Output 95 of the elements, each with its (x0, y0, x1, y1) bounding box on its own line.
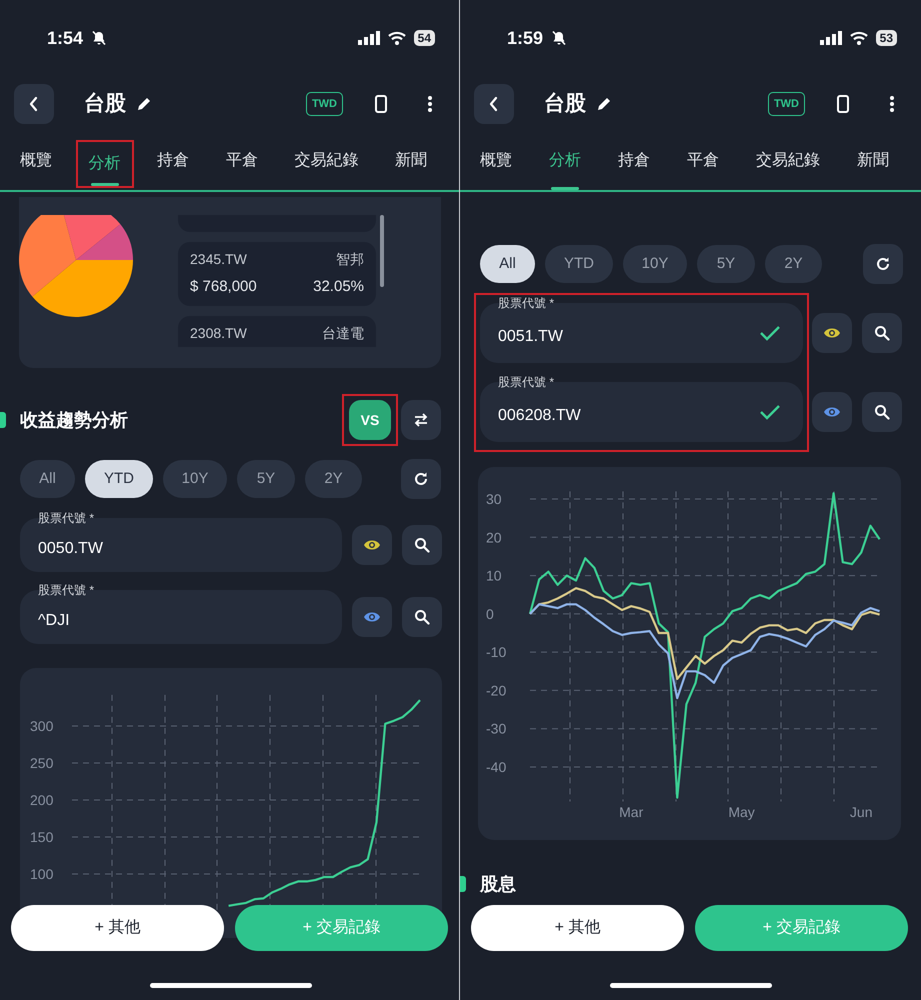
status-time: 1:59 (507, 26, 544, 50)
range-pill[interactable]: 2Y (765, 245, 822, 283)
search-button[interactable] (862, 392, 902, 432)
phone-icon[interactable] (375, 95, 387, 113)
status-time: 1:54 (47, 26, 84, 50)
axis-label: 200 (30, 792, 54, 808)
signal-icon (358, 31, 380, 45)
battery-indicator: 54 (414, 30, 435, 46)
refresh-icon (413, 471, 429, 487)
stock-name: 台達電 (322, 324, 364, 342)
signal-icon (820, 31, 842, 45)
page-title: 台股 (84, 91, 126, 118)
bell-slash-icon (91, 30, 108, 46)
back-button[interactable] (14, 84, 54, 124)
axis-label: Mar (619, 804, 644, 820)
search-icon (874, 404, 890, 420)
pencil-icon[interactable] (596, 96, 612, 112)
search-icon (414, 537, 430, 553)
axis-label: 10 (486, 568, 502, 584)
visibility-button[interactable] (812, 313, 852, 353)
axis-label: Jun (850, 804, 872, 820)
section-marker (0, 412, 6, 428)
page-title: 台股 (544, 91, 586, 118)
axis-label: -20 (486, 682, 506, 698)
wifi-icon (850, 31, 868, 45)
search-button[interactable] (402, 525, 442, 565)
tab[interactable]: 持倉 (618, 132, 650, 190)
chevron-left-icon (28, 96, 40, 112)
axis-label: 300 (30, 718, 54, 734)
section-marker (460, 876, 466, 892)
tab[interactable]: 平倉 (687, 132, 719, 190)
back-button[interactable] (474, 84, 514, 124)
more-icon[interactable] (427, 95, 433, 113)
add-other-button[interactable]: + 其他 (11, 905, 224, 951)
axis-label: 20 (486, 529, 502, 546)
tab[interactable]: 持倉 (157, 132, 190, 190)
axis-label: May (728, 804, 755, 820)
range-pill[interactable]: YTD (85, 460, 153, 498)
tab[interactable]: 分析 (88, 142, 121, 186)
axis-label: 30 (486, 491, 502, 507)
range-pill[interactable]: YTD (545, 245, 613, 283)
tab[interactable]: 新聞 (394, 132, 427, 190)
range-pill[interactable]: All (480, 245, 535, 283)
range-pill[interactable]: 10Y (623, 245, 687, 283)
tab[interactable]: 分析 (549, 132, 581, 190)
phone-icon[interactable] (837, 95, 849, 113)
chevron-left-icon (488, 96, 500, 112)
range-pill[interactable]: 2Y (305, 460, 362, 498)
swap-icon (413, 413, 429, 427)
currency-badge[interactable]: TWD (306, 92, 343, 116)
tab[interactable]: 交易紀錄 (294, 132, 358, 190)
tab[interactable]: 平倉 (226, 132, 258, 190)
holding-card[interactable]: 2308.TW 台達電 (178, 316, 376, 347)
axis-label: -30 (486, 720, 506, 737)
range-pill[interactable]: All (20, 460, 75, 498)
wifi-icon (388, 31, 406, 45)
search-icon (414, 609, 430, 625)
visibility-button[interactable] (352, 597, 392, 637)
stock-symbol: 2308.TW (190, 324, 247, 342)
stock-symbol: 2345.TW (190, 250, 247, 269)
axis-label: -40 (486, 759, 506, 775)
search-button[interactable] (862, 313, 902, 353)
holding-percent: 32.05% (313, 277, 364, 297)
axis-label: 0 (486, 606, 494, 622)
refresh-button[interactable] (863, 244, 903, 284)
range-pill[interactable]: 5Y (237, 460, 295, 498)
refresh-icon (875, 256, 891, 272)
bell-slash-icon (551, 30, 568, 46)
axis-label: 100 (30, 866, 54, 882)
tab[interactable]: 概覽 (20, 132, 52, 190)
range-pill[interactable]: 10Y (163, 460, 227, 498)
tab[interactable]: 概覽 (480, 132, 512, 190)
search-icon (874, 325, 890, 341)
holding-card[interactable]: 2345.TW 智邦 $ 768,000 32.05% (178, 242, 376, 306)
add-other-button[interactable]: + 其他 (471, 905, 684, 951)
axis-label: 250 (30, 755, 54, 771)
visibility-button[interactable] (352, 525, 392, 565)
range-pill[interactable]: 5Y (697, 245, 755, 283)
currency-badge[interactable]: TWD (768, 92, 805, 116)
stock-name: 智邦 (336, 250, 364, 269)
visibility-button[interactable] (812, 392, 852, 432)
section-title: 股息 (480, 872, 516, 896)
tab[interactable]: 新聞 (857, 132, 889, 190)
pencil-icon[interactable] (136, 96, 152, 112)
search-button[interactable] (402, 597, 442, 637)
axis-label: -10 (486, 644, 506, 660)
section-title: 收益趨勢分析 (20, 408, 128, 432)
tab[interactable]: 交易紀錄 (756, 132, 820, 190)
refresh-button[interactable] (401, 459, 441, 499)
battery-indicator: 53 (876, 30, 897, 46)
scrollbar[interactable] (380, 215, 384, 287)
swap-button[interactable] (401, 400, 441, 440)
more-icon[interactable] (889, 95, 895, 113)
holding-amount: $ 768,000 (190, 277, 257, 297)
axis-label: 150 (30, 829, 54, 845)
